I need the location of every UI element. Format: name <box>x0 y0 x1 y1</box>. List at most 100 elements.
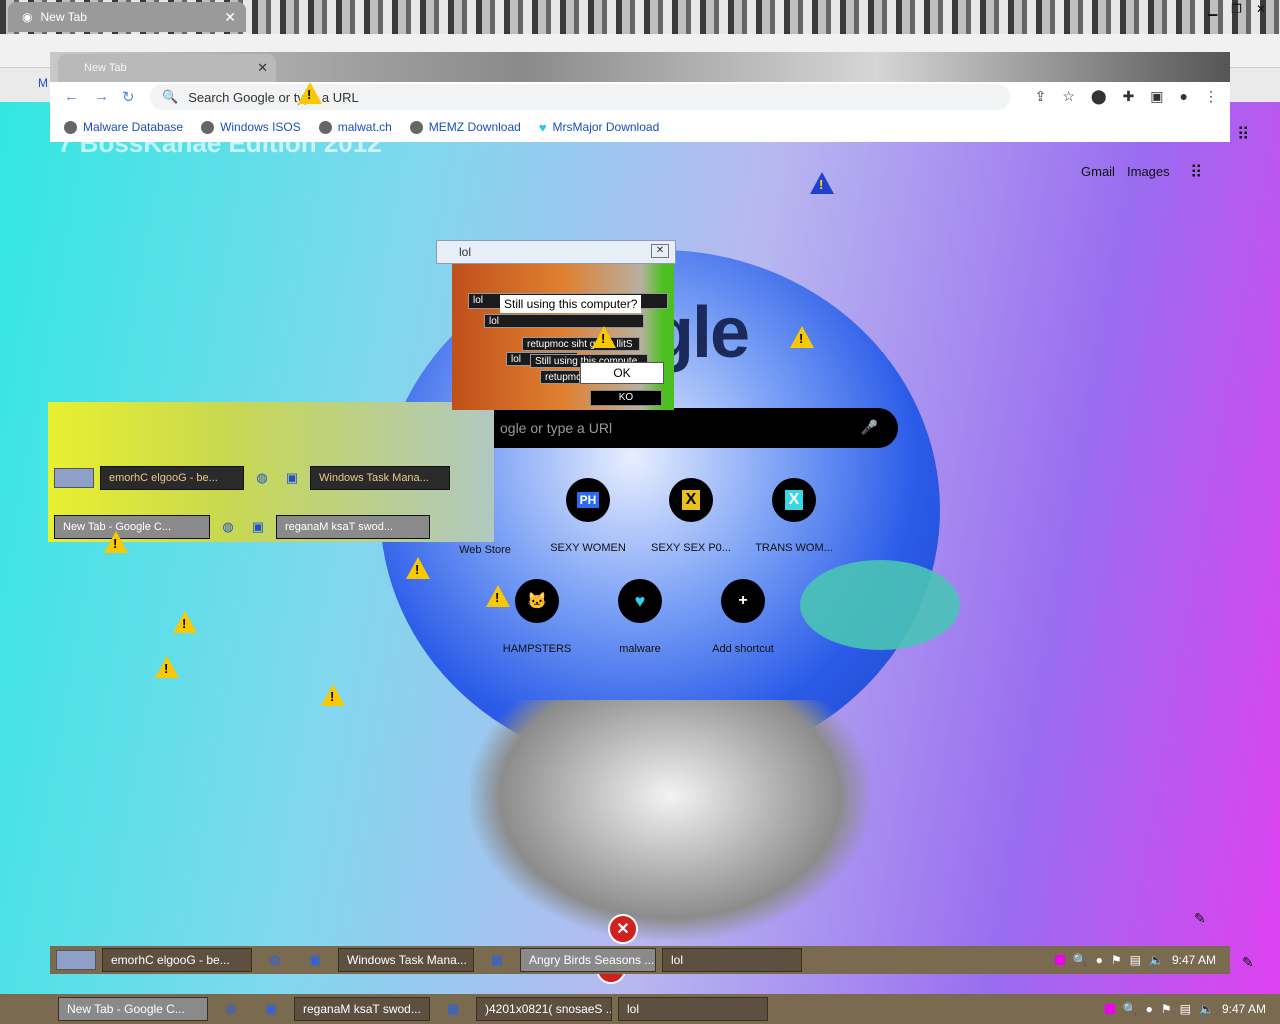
volume-icon[interactable]: 🔈 <box>1149 953 1164 967</box>
bookmark-malwatch[interactable]: malwat.ch <box>318 120 392 134</box>
clock[interactable]: 9:47 AM <box>1172 953 1216 967</box>
cat-icon: 🐱 <box>515 579 559 623</box>
taskbar-item-chrome[interactable]: emorhC elgooG - be... <box>102 948 252 972</box>
ghost-taskbar-item[interactable]: Windows Task Mana... <box>310 466 450 490</box>
shortcut-label: Web Store <box>459 544 511 556</box>
ghost-taskbar-item[interactable]: reganaM ksaT swod... <box>276 515 430 539</box>
profile-icon[interactable]: ● <box>1180 88 1188 105</box>
app-icon[interactable]: ▦ <box>480 948 514 972</box>
ghost-start-button[interactable] <box>54 468 94 488</box>
inner-tab[interactable]: New Tab ✕ <box>58 54 276 82</box>
close-icon[interactable]: ✕ <box>257 60 268 76</box>
warning-icon <box>104 531 128 553</box>
ntp-search-input[interactable]: ogle or type a URl 🎤 <box>494 408 898 448</box>
bookmark-mrsmajor-download[interactable]: ♥ MrsMajor Download <box>539 120 659 135</box>
taskbar-item-lol[interactable]: lol <box>662 948 802 972</box>
magnifier-icon[interactable]: 🔍 <box>1073 953 1088 967</box>
camera-icon[interactable]: ▣ <box>280 466 304 490</box>
clock[interactable]: 9:47 AM <box>1222 1002 1266 1016</box>
outer-tab[interactable]: ◉ New Tab ✕ <box>8 2 246 32</box>
pencil-icon[interactable]: ✎ <box>1194 910 1206 927</box>
shortcut-malware[interactable]: ♥ malware <box>595 579 685 655</box>
ghost-taskbar-item[interactable]: emorhC elgooG - be... <box>100 466 244 490</box>
shortcut-sexy-sex[interactable]: X SEXY SEX P0... <box>646 478 736 554</box>
inner-toolbar: ← → ↻ 🔍 Search Google or type a URL ⇪ ☆ … <box>50 82 1230 112</box>
tray-circle-icon[interactable]: ● <box>1096 953 1103 967</box>
ghost-taskbar-item[interactable]: New Tab - Google C... <box>54 515 210 539</box>
dialog-message: Still using this computer? <box>500 295 642 313</box>
shortcut-trans-women[interactable]: X TRANS WOM... <box>749 478 839 554</box>
inner-tab-strip: New Tab ✕ <box>50 52 1230 82</box>
camera-icon[interactable]: ▣ <box>298 948 332 972</box>
globe-icon <box>64 120 77 134</box>
ghost-taskbar: emorhC elgooG - be... ◍ ▣ Windows Task M… <box>54 464 450 492</box>
warning-icon <box>321 684 345 706</box>
ph-icon: PH <box>566 478 610 522</box>
taskbar-item-task-manager[interactable]: reganaM ksaT swod... <box>294 997 430 1021</box>
puzzle-icon[interactable]: ✚ <box>1123 88 1135 105</box>
maximize-button[interactable]: ❐ <box>1231 2 1242 16</box>
shortcut-badge: X <box>681 490 701 510</box>
magnifier-icon[interactable]: 🔍 <box>1123 1002 1138 1016</box>
plus-icon: + <box>721 579 765 623</box>
flag-icon[interactable]: ⚑ <box>1161 1002 1172 1016</box>
back-icon[interactable]: ← <box>64 88 79 105</box>
firefox-icon[interactable]: ◍ <box>216 515 240 539</box>
omnibox[interactable]: 🔍 Search Google or type a URL <box>150 84 1010 110</box>
apps-grid-icon[interactable]: ⠿ <box>1190 163 1202 183</box>
bookmark-memz-download[interactable]: MEMZ Download <box>409 120 521 134</box>
mini-mirror: retupmo <box>540 370 582 384</box>
taskbar-item-angry-birds[interactable]: Angry Birds Seasons ... <box>520 948 656 972</box>
inner-taskbar: emorhC elgooG - be... ◍ ▣ Windows Task M… <box>50 946 1230 974</box>
sidebar-icon[interactable]: ▣ <box>1150 88 1163 105</box>
bookmark-malware-database[interactable]: Malware Database <box>64 120 183 134</box>
close-icon[interactable]: ✕ <box>224 9 236 26</box>
taskbar-item-task-manager[interactable]: Windows Task Mana... <box>338 948 474 972</box>
reload-icon[interactable]: ↻ <box>122 88 135 106</box>
apps-grid-icon[interactable]: ⠿ <box>1237 125 1249 145</box>
network-icon[interactable]: ▤ <box>1180 1002 1191 1016</box>
microphone-icon[interactable]: 🎤 <box>861 419 878 436</box>
network-icon[interactable]: ▤ <box>1130 953 1141 967</box>
globe-icon <box>409 120 423 134</box>
forward-icon[interactable]: → <box>94 88 109 105</box>
menu-icon[interactable]: ⋮ <box>1204 88 1218 105</box>
bookmark-windows-isos[interactable]: Windows ISOS <box>201 120 301 134</box>
ko-button[interactable]: KO <box>590 390 662 406</box>
globe-icon <box>201 120 215 134</box>
firefox-icon[interactable]: ◍ <box>250 466 274 490</box>
app-icon[interactable]: ▦ <box>436 997 470 1021</box>
taskbar-item-seasons[interactable]: )4201x0821( snosaeS ... <box>476 997 612 1021</box>
star-icon[interactable]: ☆ <box>1062 88 1075 105</box>
close-window-button[interactable]: ✕ <box>1256 2 1266 16</box>
share-icon[interactable]: ⇪ <box>1035 88 1047 105</box>
outer-bookmark-fragment[interactable]: M <box>38 76 48 90</box>
taskbar-item-lol[interactable]: lol <box>618 997 768 1021</box>
pencil-icon[interactable]: ✎ <box>1242 954 1254 971</box>
images-link[interactable]: Images <box>1127 164 1170 179</box>
x-icon: X <box>669 478 713 522</box>
volume-icon[interactable]: 🔈 <box>1199 1002 1214 1016</box>
error-icon: ✕ <box>608 914 638 944</box>
warning-icon <box>592 326 616 348</box>
window-controls: ▁ ❐ ✕ <box>1194 0 1280 18</box>
ok-button[interactable]: OK <box>580 362 664 384</box>
shortcut-add[interactable]: + Add shortcut <box>698 579 788 655</box>
firefox-icon[interactable]: ◍ <box>258 948 292 972</box>
dialog-title: lol <box>459 245 472 259</box>
camera-icon[interactable]: ▣ <box>246 515 270 539</box>
taskbar-item-new-tab[interactable]: New Tab - Google C... <box>58 997 208 1021</box>
gmail-link[interactable]: Gmail <box>1081 164 1115 179</box>
shortcut-sexy-women[interactable]: PH SEXY WOMEN <box>543 478 633 554</box>
firefox-icon[interactable]: ◍ <box>214 997 248 1021</box>
flag-icon[interactable]: ⚑ <box>1111 953 1122 967</box>
shortcut-badge: X <box>784 490 804 510</box>
inner-start-button[interactable] <box>56 950 96 970</box>
camera-icon[interactable]: ▣ <box>254 997 288 1021</box>
heart-icon: ♥ <box>538 119 547 135</box>
tray-circle-icon[interactable]: ● <box>1146 1002 1153 1016</box>
close-icon[interactable]: ✕ <box>651 244 669 258</box>
extension-icon[interactable]: ⬤ <box>1091 88 1107 105</box>
minimize-button[interactable]: ▁ <box>1208 2 1217 16</box>
mascot-mouth <box>800 560 960 650</box>
